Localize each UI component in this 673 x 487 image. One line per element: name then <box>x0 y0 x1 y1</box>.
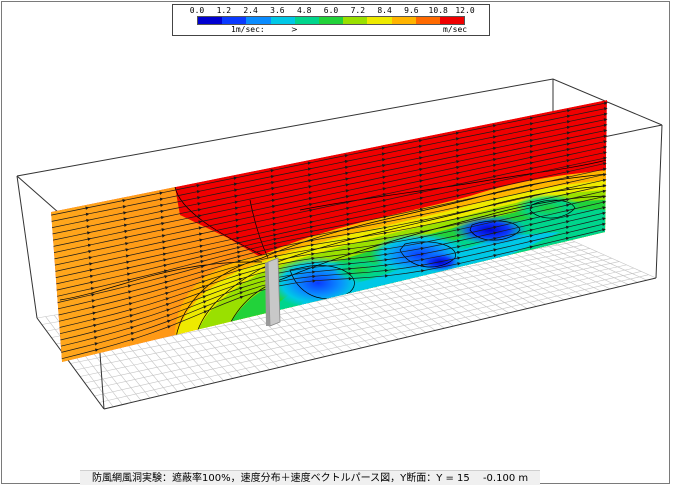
wind-tunnel-3d-view <box>16 78 663 410</box>
windbreak-fence <box>267 257 281 327</box>
figure-caption: 防風網風洞実験：遮蔽率100%，速度分布＋速度ベクトルパース図，Y断面：Y = … <box>80 470 540 485</box>
